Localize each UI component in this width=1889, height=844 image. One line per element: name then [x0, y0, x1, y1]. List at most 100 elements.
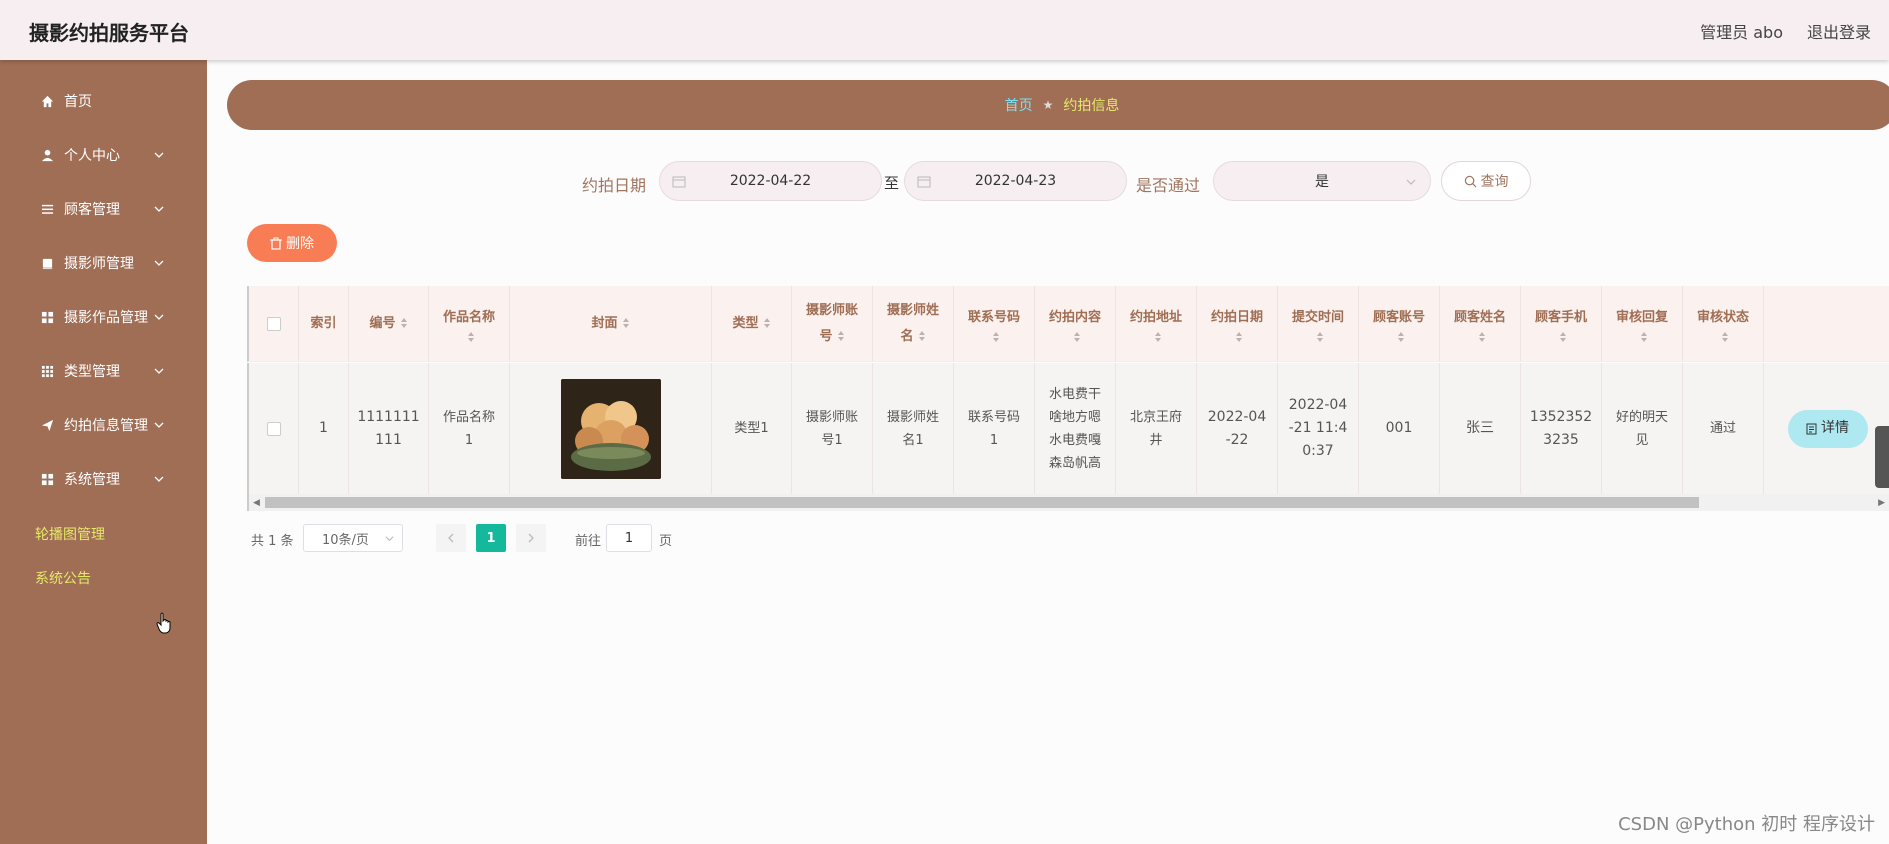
- top-bar: 摄影约拍服务平台 管理员 abo 退出登录: [0, 0, 1889, 60]
- top-right-area: 管理员 abo 退出登录: [1700, 19, 1871, 43]
- sort-icon: [400, 318, 407, 328]
- watermark: CSDN @Python 初时 程序设计: [1618, 814, 1875, 835]
- sort-icon: [1155, 331, 1161, 342]
- sidebar-item-photographers[interactable]: 摄影师管理: [0, 236, 207, 290]
- pass-filter-label: 是否通过: [1136, 176, 1201, 195]
- cell-works: 作品名称 1: [429, 363, 510, 494]
- sidebar-item-label: 个人中心: [64, 148, 120, 164]
- cell-photographer-account: 摄影师账 号1: [792, 363, 873, 494]
- sidebar-item-personal[interactable]: 个人中心: [0, 128, 207, 182]
- pass-select[interactable]: 是: [1213, 161, 1431, 201]
- date-to-value: 2022-04-23: [974, 173, 1057, 189]
- goto-page-input[interactable]: 1: [606, 524, 652, 552]
- scroll-left-icon[interactable]: ◀: [253, 498, 260, 508]
- page-size-select[interactable]: 10条/页: [303, 524, 403, 552]
- sidebar: 首页 个人中心 顾客管理 摄影师管理 摄影作品管理 类型管理 约拍信息管理 系统…: [0, 60, 207, 844]
- sort-icon: [918, 331, 925, 341]
- detail-button[interactable]: 详情: [1787, 409, 1868, 448]
- col-type[interactable]: 类型: [712, 286, 792, 361]
- cell-actions: 详情: [1764, 363, 1889, 494]
- col-photographer-name[interactable]: 摄影师姓名: [873, 286, 954, 361]
- table-row: 1 1111111 111 作品名称 1 类型1 摄影师账 号1 摄影师姓 名1…: [247, 363, 1889, 494]
- calendar-icon: [672, 176, 686, 188]
- chevron-right-icon: [528, 533, 534, 543]
- breadcrumb: 首页 ★ 约拍信息: [227, 80, 1889, 130]
- col-cover[interactable]: 封面: [510, 286, 712, 361]
- sort-icon: [837, 331, 844, 341]
- sidebar-sublink-carousel[interactable]: 轮播图管理: [35, 524, 105, 544]
- sort-icon: [1641, 331, 1647, 342]
- col-works[interactable]: 作品名称: [429, 286, 510, 361]
- sidebar-item-booking[interactable]: 约拍信息管理: [0, 398, 207, 452]
- col-customer-phone[interactable]: 顾客手机: [1521, 286, 1602, 361]
- side-drawer-handle[interactable]: [1875, 426, 1889, 488]
- app-title: 摄影约拍服务平台: [29, 21, 189, 45]
- col-customer-account[interactable]: 顾客账号: [1359, 286, 1440, 361]
- chevron-down-icon: [154, 368, 164, 374]
- cover-image[interactable]: [560, 378, 661, 479]
- col-address[interactable]: 约拍地址: [1116, 286, 1197, 361]
- sort-icon: [1560, 331, 1566, 342]
- date-range-separator: 至: [884, 174, 900, 192]
- col-review-status[interactable]: 审核状态: [1683, 286, 1764, 361]
- sidebar-item-system[interactable]: 系统管理: [0, 452, 207, 506]
- delete-button[interactable]: 删除: [247, 224, 337, 262]
- cell-contact: 联系号码 1: [954, 363, 1035, 494]
- col-content[interactable]: 约拍内容: [1035, 286, 1116, 361]
- prev-page-button[interactable]: [436, 524, 466, 552]
- col-actions: [1764, 286, 1889, 361]
- sort-icon: [1317, 331, 1323, 342]
- sort-icon: [1479, 331, 1485, 342]
- page-size-value: 10条/页: [322, 532, 369, 548]
- row-checkbox[interactable]: [266, 421, 281, 436]
- col-review-reply[interactable]: 审核回复: [1602, 286, 1683, 361]
- cell-submit-time: 2022-04 -21 11:4 0:37: [1278, 363, 1359, 494]
- sidebar-item-label: 约拍信息管理: [64, 418, 148, 434]
- admin-user: 管理员 abo: [1700, 23, 1783, 42]
- scroll-right-icon[interactable]: ▶: [1878, 498, 1885, 508]
- sidebar-item-label: 首页: [64, 94, 92, 110]
- cell-review-reply: 好的明天见: [1602, 363, 1683, 494]
- chevron-down-icon: [154, 476, 164, 482]
- col-photographer-account[interactable]: 摄影师账号: [792, 286, 873, 361]
- logout-link[interactable]: 退出登录: [1807, 19, 1871, 43]
- breadcrumb-home[interactable]: 首页: [1005, 95, 1033, 115]
- col-submit-time[interactable]: 提交时间: [1278, 286, 1359, 361]
- next-page-button[interactable]: [516, 524, 546, 552]
- col-index: 索引: [299, 286, 349, 361]
- sort-icon: [1722, 331, 1728, 342]
- scrollbar-thumb[interactable]: [265, 497, 1699, 508]
- page-number-current[interactable]: 1: [476, 524, 506, 552]
- query-label: 查询: [1480, 174, 1509, 190]
- col-code[interactable]: 编号: [349, 286, 429, 361]
- sidebar-item-works[interactable]: 摄影作品管理: [0, 290, 207, 344]
- sidebar-item-customers[interactable]: 顾客管理: [0, 182, 207, 236]
- chevron-down-icon: [385, 536, 394, 542]
- user-icon: [40, 148, 54, 162]
- cell-index: 1: [299, 363, 349, 494]
- sort-icon: [622, 318, 629, 328]
- date-filter-label: 约拍日期: [582, 176, 647, 195]
- search-icon: [1464, 175, 1476, 187]
- total-count: 共 1 条: [251, 534, 294, 549]
- cell-review-status: 通过: [1683, 363, 1764, 494]
- sidebar-item-home[interactable]: 首页: [0, 74, 207, 128]
- col-booking-date[interactable]: 约拍日期: [1197, 286, 1278, 361]
- send-icon: [40, 418, 54, 432]
- delete-label: 删除: [286, 236, 314, 252]
- col-contact[interactable]: 联系号码: [954, 286, 1035, 361]
- select-all-checkbox[interactable]: [266, 316, 281, 331]
- date-from-input[interactable]: 2022-04-22: [659, 161, 882, 201]
- chevron-left-icon: [448, 533, 454, 543]
- star-icon: ★: [1042, 98, 1054, 112]
- sort-icon: [1074, 331, 1080, 342]
- chevron-down-icon: [154, 314, 164, 320]
- table-horizontal-scrollbar[interactable]: ◀ ▶: [247, 494, 1889, 511]
- col-customer-name[interactable]: 顾客姓名: [1440, 286, 1521, 361]
- sidebar-item-types[interactable]: 类型管理: [0, 344, 207, 398]
- cell-cover: [510, 363, 712, 494]
- goto-label: 前往: [575, 534, 602, 549]
- date-to-input[interactable]: 2022-04-23: [904, 161, 1127, 201]
- sidebar-sublink-notice[interactable]: 系统公告: [35, 568, 91, 588]
- query-button[interactable]: 查询: [1441, 161, 1531, 201]
